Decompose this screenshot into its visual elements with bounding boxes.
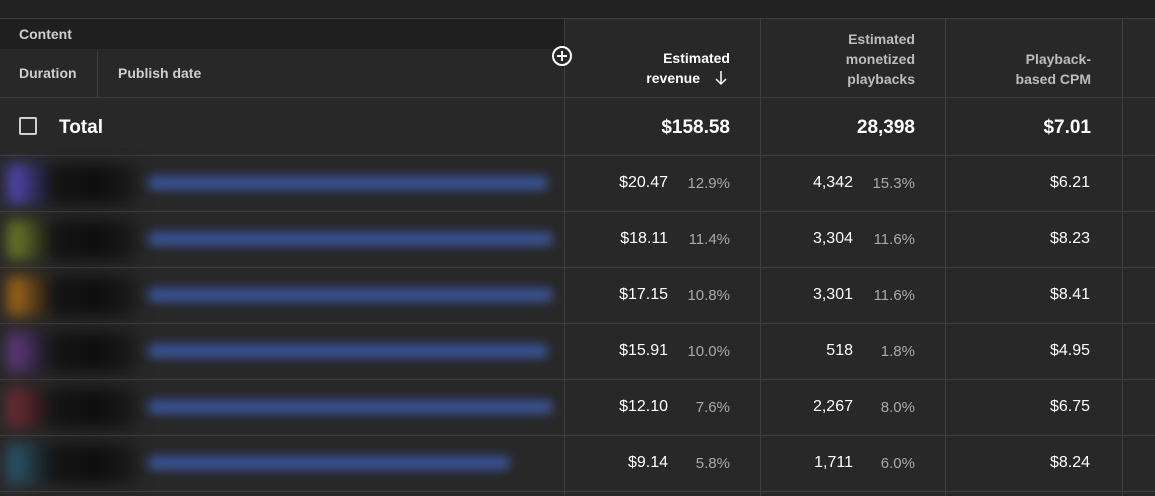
video-thumbnail[interactable] [8,220,138,260]
revenue-percent: 10.8% [687,287,730,304]
divider [0,491,1155,492]
playbacks-percent: 11.6% [873,287,915,304]
video-thumbnail[interactable] [8,332,138,372]
playbacks-value: 3,301 [812,286,853,303]
cpm-value: $6.21 [1049,174,1090,191]
revenue-value: $12.10 [619,398,668,415]
table-row[interactable]: $17.15 10.8% 3,301 11.6% $8.41 [0,268,1155,324]
column-header-line: revenue [646,70,700,86]
duration-column-header[interactable]: Duration [19,65,77,81]
video-title-link[interactable] [148,176,548,190]
playbacks-percent: 11.6% [873,231,915,248]
add-column-icon[interactable] [552,46,572,66]
playbacks-percent: 15.3% [872,175,915,192]
content-header-band [0,19,564,49]
column-header-line: monetized [845,51,915,67]
revenue-value: $18.11 [620,230,668,247]
total-row: Total $158.58 28,398 $7.01 [0,98,1155,155]
total-revenue: $158.58 [661,117,730,138]
video-thumbnail[interactable] [8,276,138,316]
playbacks-value: 1,711 [814,454,853,471]
table-row[interactable]: $12.10 7.6% 2,267 8.0% $6.75 [0,380,1155,436]
revenue-percent: 7.6% [695,399,730,416]
select-all-checkbox[interactable] [19,117,37,135]
playbacks-percent: 6.0% [880,455,915,472]
playbacks-value: 2,267 [812,398,853,415]
revenue-value: $17.15 [619,286,668,303]
video-title-link[interactable] [148,344,548,358]
video-title-link[interactable] [148,400,553,414]
revenue-value: $15.91 [619,342,668,359]
cpm-value: $8.23 [1049,230,1090,247]
content-header-label: Content [19,26,72,42]
revenue-percent: 10.0% [687,343,730,360]
column-header-line: Estimated [663,50,730,66]
playbacks-percent: 1.8% [880,343,915,360]
column-header-line: based CPM [1015,71,1091,87]
column-header-line: playbacks [847,71,915,87]
video-title-link[interactable] [148,288,553,302]
publish-date-column-header[interactable]: Publish date [118,65,201,81]
total-label: Total [59,117,103,138]
estimated-revenue-column-header[interactable]: Estimated revenue [600,48,730,88]
revenue-value: $20.47 [619,174,668,191]
video-thumbnail[interactable] [8,164,138,204]
column-header-line: Playback- [1025,51,1091,67]
cpm-value: $8.24 [1049,454,1090,471]
playback-based-cpm-column-header[interactable]: Playback- based CPM [960,49,1091,89]
cpm-value: $8.41 [1049,286,1090,303]
table-row[interactable]: $18.11 11.4% 3,304 11.6% $8.23 [0,212,1155,268]
playbacks-percent: 8.0% [880,399,915,416]
cpm-value: $4.95 [1049,342,1090,359]
table-row[interactable]: $9.14 5.8% 1,711 6.0% $8.24 [0,436,1155,492]
video-title-link[interactable] [148,232,553,246]
table-row[interactable]: $20.47 12.9% 4,342 15.3% $6.21 [0,156,1155,212]
arrow-down-icon[interactable] [714,70,728,86]
playbacks-value: 4,342 [812,174,853,191]
revenue-value: $9.14 [627,454,668,471]
revenue-percent: 12.9% [687,175,730,192]
table-row[interactable]: $15.91 10.0% 518 1.8% $4.95 [0,324,1155,380]
estimated-monetized-playbacks-column-header[interactable]: Estimated monetized playbacks [785,29,915,89]
total-cpm: $7.01 [1043,117,1091,138]
video-thumbnail[interactable] [8,444,138,484]
revenue-percent: 11.4% [688,231,730,248]
video-title-link[interactable] [148,456,510,470]
total-playbacks: 28,398 [856,117,915,138]
column-header-line: revenue [600,68,730,88]
divider [97,50,98,97]
playbacks-value: 3,304 [812,230,853,247]
table-top-band [0,0,1155,18]
playbacks-value: 518 [826,342,853,359]
cpm-value: $6.75 [1049,398,1090,415]
column-header-line: Estimated [848,31,915,47]
video-thumbnail[interactable] [8,388,138,428]
revenue-percent: 5.8% [695,455,730,472]
